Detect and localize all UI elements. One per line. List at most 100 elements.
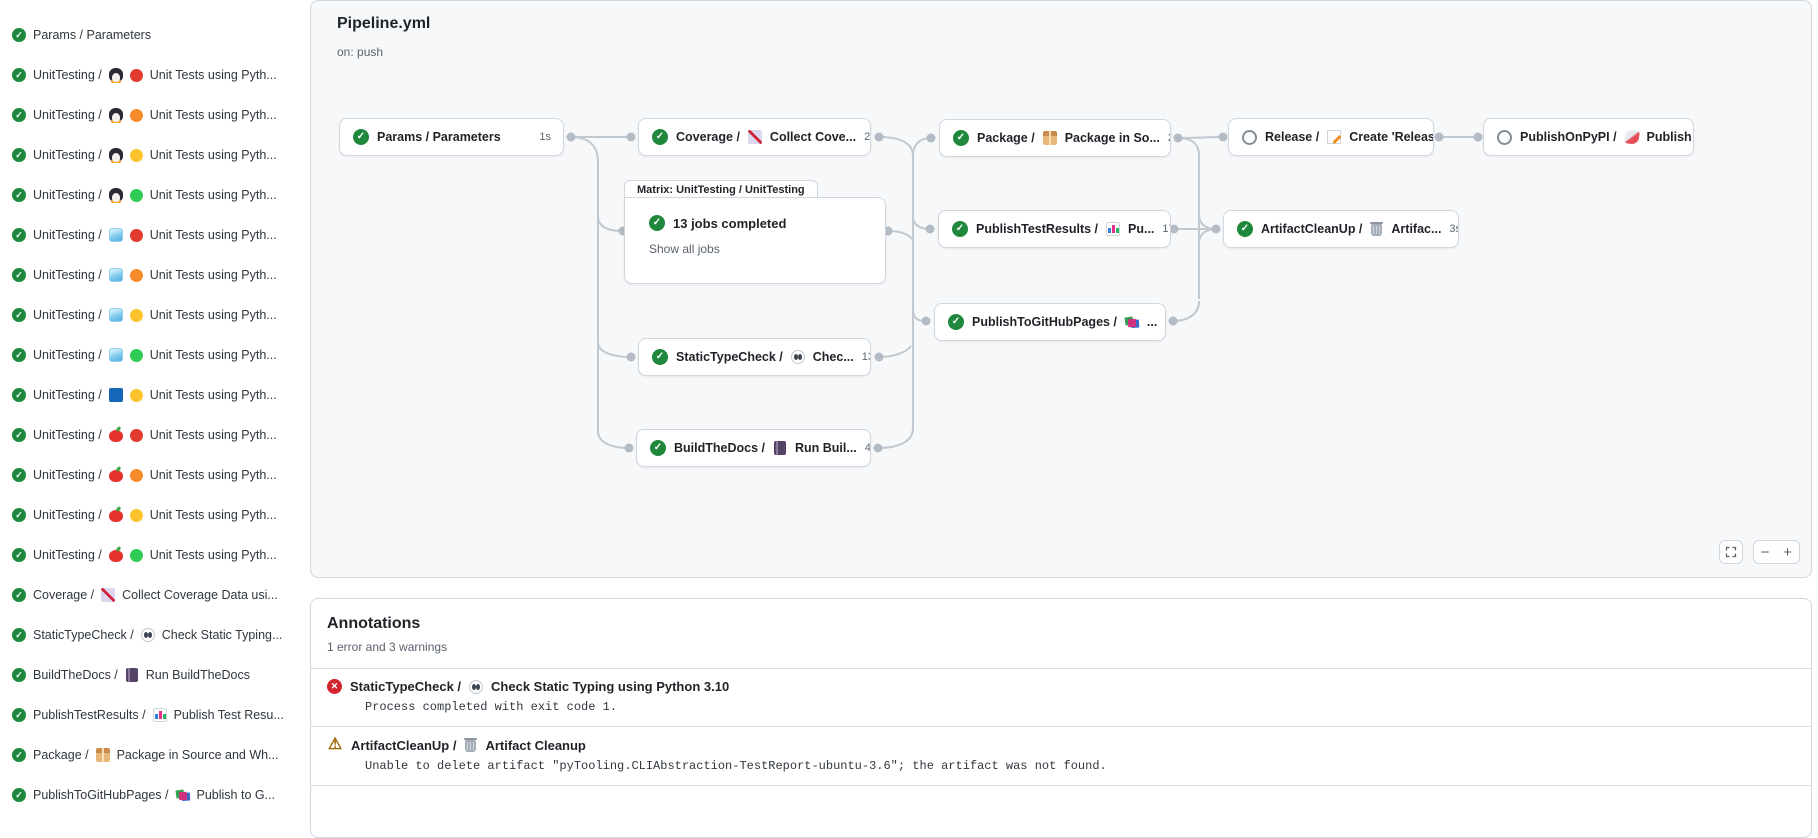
job-label: Collect Coverage Data usi... <box>122 588 278 602</box>
chart-increasing-icon <box>748 130 762 144</box>
sidebar-item-publishtogithubpages[interactable]: PublishToGitHubPages / Publish to G... <box>12 775 300 815</box>
graph-node-coverage[interactable]: Coverage / Collect Cove... 25s <box>638 118 871 156</box>
chart-increasing-icon <box>101 588 115 602</box>
check-circle-icon <box>12 148 26 162</box>
python-version-dot <box>130 149 143 162</box>
graph-node-release[interactable]: Release / Create 'Release P... <box>1228 118 1434 156</box>
sidebar-item-unittesting-linux-green[interactable]: UnitTesting / Unit Tests using Pyth... <box>12 175 300 215</box>
penguin-icon <box>109 108 123 122</box>
annotation-next-row-partial <box>311 785 1811 825</box>
graph-node-package[interactable]: Package / Package in So... 25s <box>939 119 1171 157</box>
notebook-icon <box>126 668 138 682</box>
sidebar-item-unittesting-linux-yellow[interactable]: UnitTesting / Unit Tests using Pyth... <box>12 135 300 175</box>
notebook-icon <box>774 441 786 455</box>
error-x-circle-icon <box>327 679 342 694</box>
python-version-dot <box>130 549 143 562</box>
rocket-icon <box>1624 129 1640 145</box>
graph-node-publishtestresults[interactable]: PublishTestResults / Pu... 17s <box>938 210 1171 248</box>
sidebar-item-unittesting-macos-orange[interactable]: UnitTesting / Unit Tests using Pyth... <box>12 455 300 495</box>
sidebar-item-coverage[interactable]: Coverage / Collect Coverage Data usi... <box>12 575 300 615</box>
sidebar-item-statictypecheck[interactable]: StaticTypeCheck / Check Static Typing... <box>12 615 300 655</box>
check-circle-icon <box>12 508 26 522</box>
matrix-group-unittesting: 13 jobs completed Show all jobs <box>624 197 886 284</box>
sidebar-item-unittesting-windows-orange[interactable]: UnitTesting / Unit Tests using Pyth... <box>12 255 300 295</box>
check-circle-icon <box>12 668 26 682</box>
sidebar-item-unittesting-macos-green[interactable]: UnitTesting / Unit Tests using Pyth... <box>12 535 300 575</box>
workflow-edges <box>311 1 1813 579</box>
graph-node-buildthedocs[interactable]: BuildTheDocs / Run Buil... 47s <box>636 429 871 467</box>
show-all-jobs-link[interactable]: Show all jobs <box>649 242 720 256</box>
status-success-icon <box>1237 221 1253 237</box>
status-success-icon <box>953 130 969 146</box>
workflow-trigger: on: push <box>337 45 383 59</box>
sidebar-item-unittesting-linux-red[interactable]: UnitTesting / Unit Tests using Pyth... <box>12 55 300 95</box>
status-skipped-icon <box>1242 130 1257 145</box>
job-label: Unit Tests using Pyth... <box>150 228 277 242</box>
python-version-dot <box>130 389 143 402</box>
node-duration: 13s <box>1165 316 1166 328</box>
job-label: Check Static Typing... <box>162 628 283 642</box>
eyes-icon <box>141 628 155 642</box>
graph-node-artifactcleanup[interactable]: ArtifactCleanUp / Artifac... 3s <box>1223 210 1459 248</box>
jobs-sidebar: Params / Parameters UnitTesting / Unit T… <box>0 0 302 815</box>
node-duration: 1s <box>539 131 551 143</box>
job-prefix: UnitTesting / <box>33 428 102 442</box>
job-label: Unit Tests using Pyth... <box>150 468 277 482</box>
graph-node-publishonpypi[interactable]: PublishOnPyPI / Publish to ... <box>1483 118 1694 156</box>
python-version-dot <box>130 469 143 482</box>
sidebar-item-unittesting-bluesquare-yellow[interactable]: UnitTesting / Unit Tests using Pyth... <box>12 375 300 415</box>
package-icon <box>96 748 110 762</box>
node-label: Collect Cove... <box>770 130 856 144</box>
check-circle-icon <box>12 548 26 562</box>
apple-icon <box>109 510 123 522</box>
node-prefix: StaticTypeCheck / <box>676 350 783 364</box>
job-label: Publish Test Resu... <box>174 708 284 722</box>
check-circle-icon <box>12 68 26 82</box>
graph-node-params[interactable]: Params / Parameters 1s <box>339 118 564 156</box>
sidebar-item-publishtestresults[interactable]: PublishTestResults / Publish Test Resu..… <box>12 695 300 735</box>
check-circle-icon <box>12 108 26 122</box>
python-version-dot <box>130 269 143 282</box>
annotation-prefix: StaticTypeCheck / <box>350 679 461 694</box>
ice-cube-icon <box>109 308 123 322</box>
graph-node-publishtogithubpages[interactable]: PublishToGitHubPages / ... 13s <box>934 303 1166 341</box>
job-prefix: UnitTesting / <box>33 468 102 482</box>
check-circle-icon <box>12 788 26 802</box>
zoom-in-button[interactable]: + <box>1776 540 1800 564</box>
sidebar-item-package[interactable]: Package / Package in Source and Wh... <box>12 735 300 775</box>
sidebar-item-unittesting-macos-red[interactable]: UnitTesting / Unit Tests using Pyth... <box>12 415 300 455</box>
fullscreen-button[interactable] <box>1719 540 1743 564</box>
node-prefix: Package / <box>977 131 1035 145</box>
job-label: Unit Tests using Pyth... <box>150 388 277 402</box>
python-version-dot <box>130 229 143 242</box>
python-version-dot <box>130 309 143 322</box>
graph-node-statictypecheck[interactable]: StaticTypeCheck / Chec... 13s <box>638 338 871 376</box>
sidebar-item-unittesting-windows-yellow[interactable]: UnitTesting / Unit Tests using Pyth... <box>12 295 300 335</box>
job-prefix: UnitTesting / <box>33 308 102 322</box>
annotation-label: Artifact Cleanup <box>485 738 585 753</box>
job-prefix: UnitTesting / <box>33 388 102 402</box>
check-circle-icon <box>12 468 26 482</box>
job-prefix: UnitTesting / <box>33 548 102 562</box>
zoom-out-button[interactable]: − <box>1753 540 1777 564</box>
node-duration: 47s <box>865 442 871 454</box>
job-label: Unit Tests using Pyth... <box>150 148 277 162</box>
job-prefix: UnitTesting / <box>33 68 102 82</box>
sidebar-item-unittesting-windows-green[interactable]: UnitTesting / Unit Tests using Pyth... <box>12 335 300 375</box>
status-success-icon <box>948 314 964 330</box>
fullscreen-icon <box>1725 546 1737 558</box>
python-version-dot <box>130 109 143 122</box>
sidebar-item-unittesting-windows-red[interactable]: UnitTesting / Unit Tests using Pyth... <box>12 215 300 255</box>
check-circle-icon <box>12 28 26 42</box>
sidebar-item-unittesting-macos-yellow[interactable]: UnitTesting / Unit Tests using Pyth... <box>12 495 300 535</box>
sidebar-item-buildthedocs[interactable]: BuildTheDocs / Run BuildTheDocs <box>12 655 300 695</box>
books-icon <box>1125 315 1139 329</box>
node-duration: 25s <box>864 131 871 143</box>
annotation-warning-row: ArtifactCleanUp / Artifact Cleanup Unabl… <box>311 726 1811 785</box>
annotation-prefix: ArtifactCleanUp / <box>351 738 456 753</box>
job-prefix: BuildTheDocs / <box>33 668 118 682</box>
sidebar-item-params[interactable]: Params / Parameters <box>12 15 300 55</box>
job-prefix: Coverage / <box>33 588 94 602</box>
sidebar-item-unittesting-linux-orange[interactable]: UnitTesting / Unit Tests using Pyth... <box>12 95 300 135</box>
job-prefix: UnitTesting / <box>33 268 102 282</box>
